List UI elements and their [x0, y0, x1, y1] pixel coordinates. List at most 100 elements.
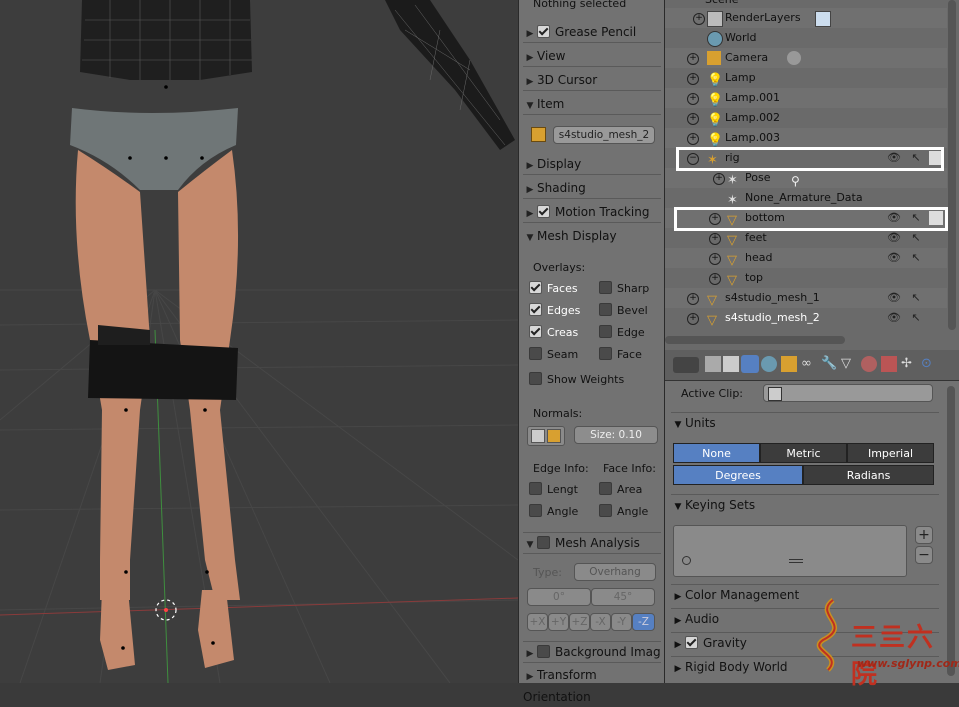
panel-3d-cursor[interactable]: ▶ 3D Cursor	[523, 70, 661, 91]
cursor-icon[interactable]: ↖	[909, 231, 923, 245]
camera-data-icon[interactable]	[787, 51, 801, 65]
scene-tab-icon[interactable]	[741, 355, 759, 373]
show-weights-option[interactable]: Show Weights	[529, 372, 624, 388]
normal-size-field[interactable]: Size: 0.10	[574, 426, 658, 444]
expand-icon[interactable]: +	[687, 53, 699, 65]
outliner-row-world[interactable]: World	[665, 28, 947, 48]
object-tab-icon[interactable]	[781, 356, 797, 372]
panel-units[interactable]: ▼ Units	[671, 412, 939, 433]
motion-tracking-checkbox[interactable]	[537, 205, 550, 218]
area-option[interactable]: Area	[599, 482, 642, 498]
expand-icon[interactable]: +	[687, 73, 699, 85]
panel-motion-tracking[interactable]: ▶ Motion Tracking	[523, 202, 661, 223]
face-angle-checkbox[interactable]	[599, 504, 612, 517]
expand-icon[interactable]: +	[709, 233, 721, 245]
world-tab-icon[interactable]	[761, 356, 777, 372]
gravity-checkbox[interactable]	[685, 636, 698, 649]
expand-icon[interactable]: +	[709, 273, 721, 285]
expand-icon[interactable]: +	[687, 313, 699, 325]
panel-view[interactable]: ▶ View	[523, 46, 661, 67]
eye-icon[interactable]: 👁	[887, 311, 901, 325]
outliner-row-camera[interactable]: + Camera	[665, 48, 947, 68]
filter-icon[interactable]	[682, 556, 691, 565]
active-clip-field[interactable]	[763, 384, 933, 402]
modifiers-tab-icon[interactable]: 🔧	[821, 356, 837, 372]
show-weights-checkbox[interactable]	[529, 372, 542, 385]
edges-option[interactable]: Edges	[529, 303, 580, 319]
outliner-row-renderlayers[interactable]: + RenderLayers	[665, 8, 947, 28]
outliner-row-lamp-001[interactable]: + 💡 Lamp.001	[665, 88, 947, 108]
material-tab-icon[interactable]	[861, 356, 877, 372]
axis-posx-button[interactable]: +X	[527, 613, 548, 631]
cursor-icon[interactable]: ↖	[909, 291, 923, 305]
bevel-option[interactable]: Bevel	[599, 303, 648, 319]
expand-icon[interactable]: +	[709, 253, 721, 265]
outliner-hscrollbar[interactable]	[665, 336, 845, 344]
normals-toggle[interactable]	[527, 426, 565, 446]
eye-icon[interactable]: 👁	[887, 291, 901, 305]
item-name-field[interactable]: s4studio_mesh_2	[553, 126, 655, 144]
expand-icon[interactable]: +	[713, 173, 725, 185]
panel-mesh-display[interactable]: ▼ Mesh Display	[523, 226, 661, 246]
3d-viewport[interactable]	[0, 0, 518, 683]
grease-pencil-checkbox[interactable]	[537, 25, 550, 38]
render-icon[interactable]	[815, 11, 831, 27]
panel-shading[interactable]: ▶ Shading	[523, 178, 661, 199]
panel-display[interactable]: ▶ Display	[523, 154, 661, 175]
bevel-checkbox[interactable]	[599, 303, 612, 316]
outliner-row-lamp-003[interactable]: + 💡 Lamp.003	[665, 128, 947, 148]
creas-option[interactable]: Creas	[529, 325, 578, 341]
unit-imperial-button[interactable]: Imperial	[847, 443, 934, 463]
data-tab-icon[interactable]: ▽	[841, 356, 857, 372]
angle-min-field[interactable]: 0°	[527, 588, 591, 606]
length-option[interactable]: Lengt	[529, 482, 578, 498]
cursor-icon[interactable]: ↖	[909, 251, 923, 265]
axis-negx-button[interactable]: -X	[590, 613, 611, 631]
faces-option[interactable]: Faces	[529, 281, 578, 297]
unit-none-button[interactable]: None	[673, 443, 760, 463]
particles-tab-icon[interactable]: ✢	[901, 356, 917, 372]
expand-icon[interactable]: +	[687, 93, 699, 105]
panel-mesh-analysis[interactable]: ▼ Mesh Analysis	[523, 532, 661, 554]
edge-checkbox[interactable]	[599, 325, 612, 338]
panel-background-image[interactable]: ▶ Background Imag	[523, 641, 661, 663]
expand-icon[interactable]: +	[687, 133, 699, 145]
texture-tab-icon[interactable]	[881, 356, 897, 372]
outliner-scrollbar[interactable]	[948, 0, 956, 330]
cursor-icon[interactable]: ↖	[909, 311, 923, 325]
face-option[interactable]: Face	[599, 347, 642, 363]
add-keying-set-button[interactable]: +	[915, 526, 933, 544]
outliner-row-lamp-002[interactable]: + 💡 Lamp.002	[665, 108, 947, 128]
eye-icon[interactable]: 👁	[887, 231, 901, 245]
face-angle-option[interactable]: Angle	[599, 504, 648, 520]
render-tab-icon[interactable]	[705, 356, 721, 372]
physics-tab-icon[interactable]: ⊙	[921, 356, 937, 372]
area-checkbox[interactable]	[599, 482, 612, 495]
edge-angle-checkbox[interactable]	[529, 504, 542, 517]
expand-icon[interactable]: +	[693, 13, 705, 25]
axis-posz-button[interactable]: +Z	[569, 613, 590, 631]
degrees-button[interactable]: Degrees	[673, 465, 803, 485]
bone-icon[interactable]: ⚲	[791, 171, 805, 188]
remove-keying-set-button[interactable]: −	[915, 546, 933, 564]
axis-negz-button[interactable]: -Z	[632, 613, 655, 631]
length-checkbox[interactable]	[529, 482, 542, 495]
layers-tab-icon[interactable]	[723, 356, 739, 372]
creas-checkbox[interactable]	[529, 325, 542, 338]
face-checkbox[interactable]	[599, 347, 612, 360]
axis-posy-button[interactable]: +Y	[548, 613, 569, 631]
face-normal-icon[interactable]	[547, 429, 561, 443]
panel-grease-pencil[interactable]: ▶ Grease Pencil	[523, 22, 661, 43]
edge-angle-option[interactable]: Angle	[529, 504, 578, 520]
expand-icon[interactable]: +	[687, 113, 699, 125]
edge-option[interactable]: Edge	[599, 325, 645, 341]
angle-max-field[interactable]: 45°	[591, 588, 655, 606]
background-image-checkbox[interactable]	[537, 645, 550, 658]
radians-button[interactable]: Radians	[803, 465, 934, 485]
panel-keying-sets[interactable]: ▼ Keying Sets	[671, 494, 939, 515]
edges-checkbox[interactable]	[529, 303, 542, 316]
expand-icon[interactable]: +	[687, 293, 699, 305]
panel-item[interactable]: ▼ Item	[523, 94, 661, 115]
eye-icon[interactable]: 👁	[887, 251, 901, 265]
axis-negy-button[interactable]: -Y	[611, 613, 632, 631]
